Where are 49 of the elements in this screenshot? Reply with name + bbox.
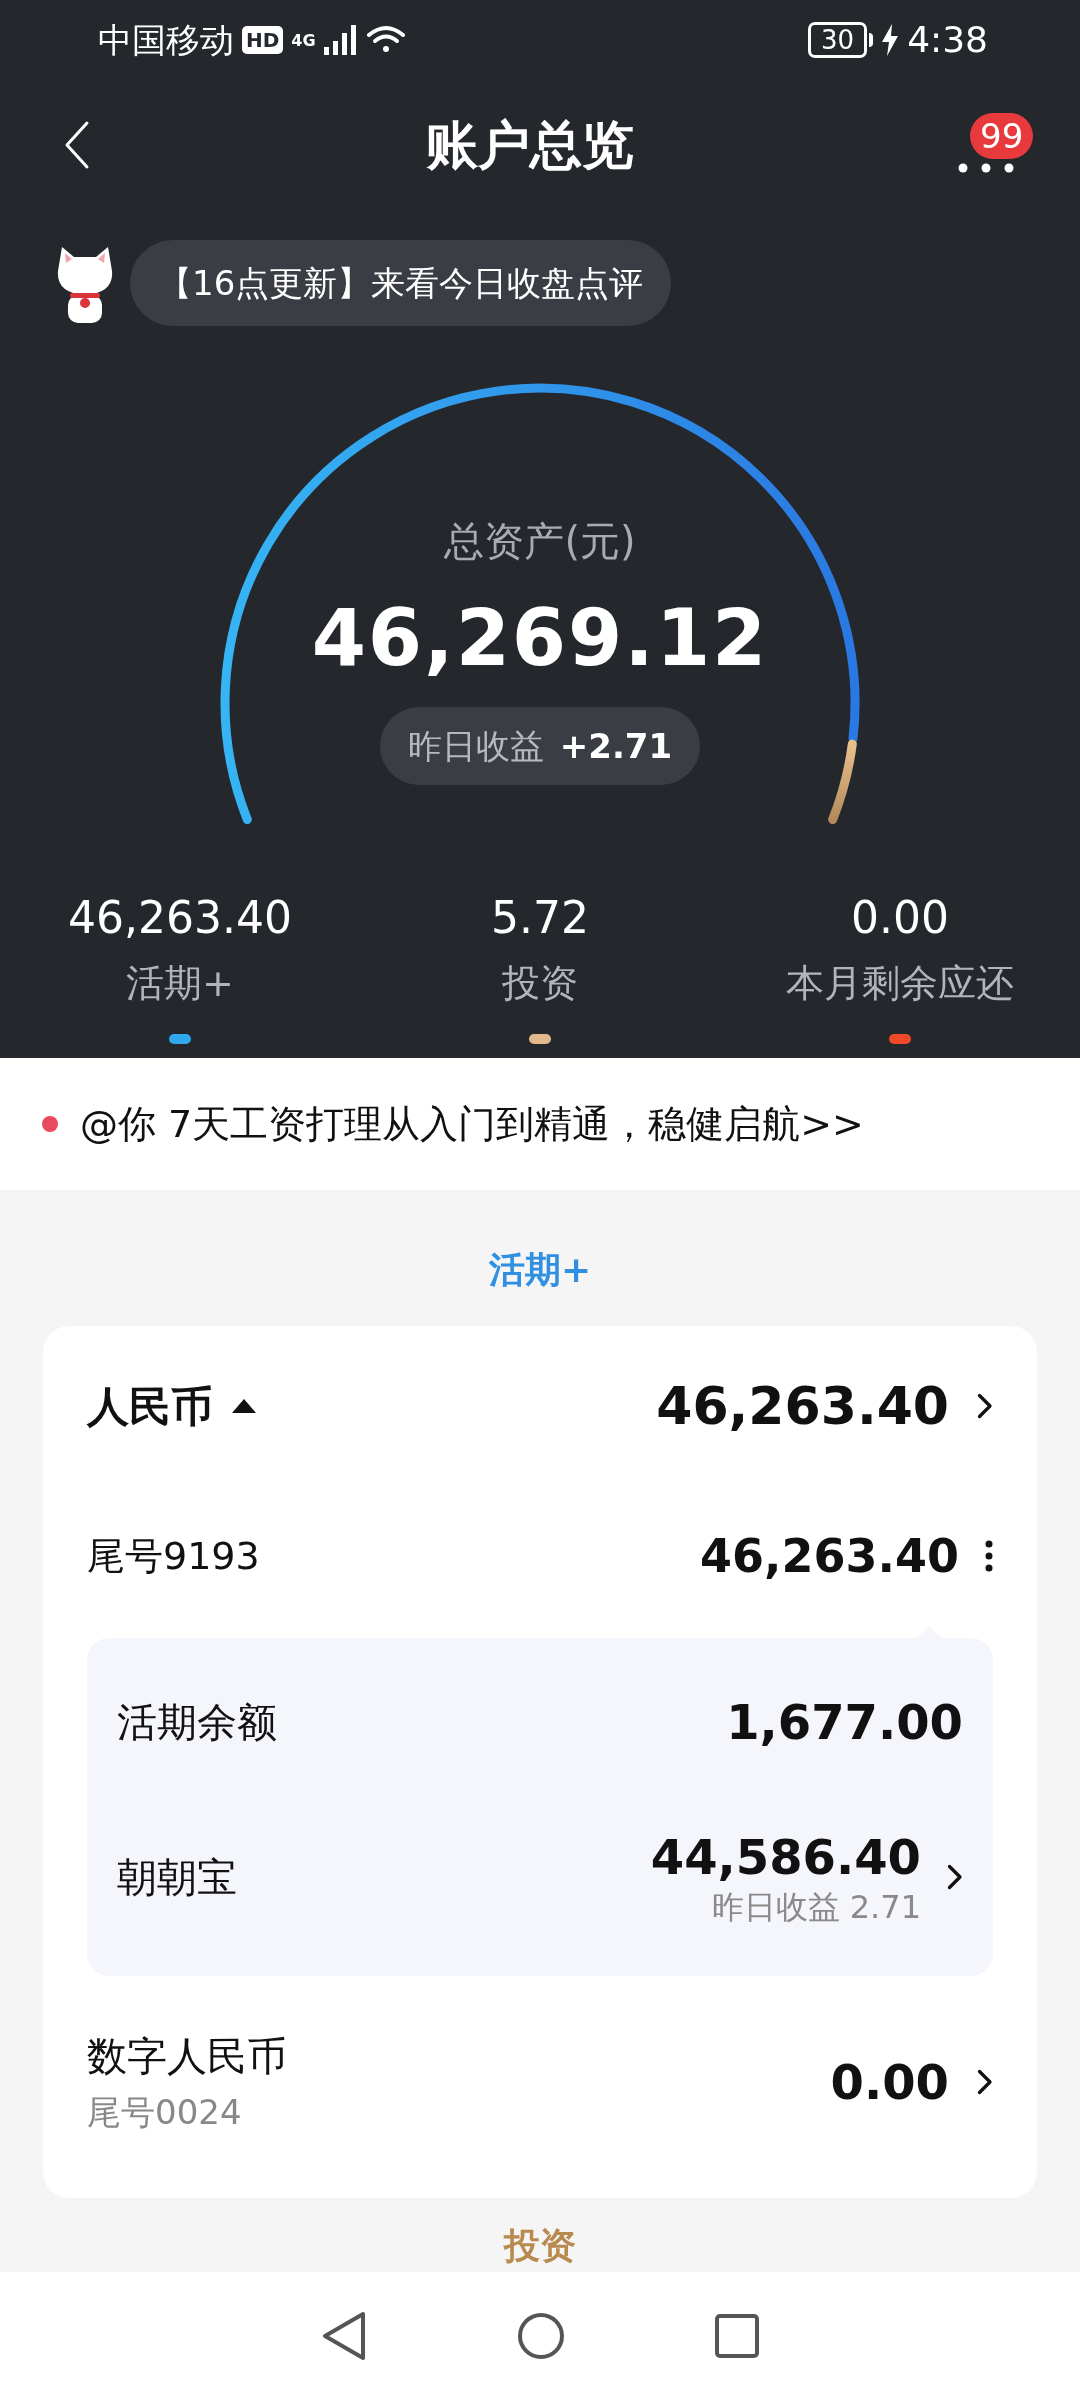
summary-value: 0.00 (851, 896, 949, 940)
battery-level: 30 (808, 22, 868, 58)
carrier-name: 中国移动 (98, 18, 234, 62)
balance-name: 活期余额 (117, 1698, 277, 1747)
notice-text: @你 7天工资打理从入门到精通，稳健启航>> (80, 1100, 864, 1148)
news-banner[interactable]: 【16点更新】来看今日收盘点评 (130, 240, 672, 326)
notification-badge: 99 (970, 113, 1034, 159)
balance-amount: 1,677.00 (726, 1693, 963, 1752)
news-banner-text: 【16点更新】来看今日收盘点评 (158, 261, 644, 305)
summary-label: 投资 (502, 964, 578, 1002)
recents-nav-icon[interactable] (715, 2314, 759, 2358)
currency-toggle[interactable]: 人民币 (87, 1374, 257, 1438)
back-icon (64, 120, 90, 170)
page-title: 账户总览 (426, 114, 634, 177)
total-assets-label: 总资产(元) (444, 521, 636, 561)
chevron-right-icon (975, 2067, 993, 2097)
chevron-right-icon (975, 1391, 993, 1421)
home-nav-icon[interactable] (517, 2312, 565, 2360)
back-nav-icon[interactable] (321, 2311, 367, 2361)
more-button[interactable] (956, 161, 1016, 175)
section-title: 活期+ (488, 1252, 592, 1288)
clock-time: 4:38 (907, 18, 988, 62)
yesterday-earnings-label: 昨日收益 (407, 724, 544, 768)
more-icon (958, 163, 1014, 173)
account-amount: 46,263.40 (700, 1527, 959, 1585)
summary-value: 5.72 (491, 896, 589, 940)
digital-amount: 0.00 (830, 2053, 949, 2112)
digital-account-number: 尾号0024 (87, 2090, 243, 2134)
section-title: 投资 (504, 2228, 576, 2268)
more-vertical-icon[interactable] (985, 1540, 993, 1572)
hd-badge: HD (242, 26, 284, 54)
balance-row[interactable]: 活期余额 1,677.00 (117, 1652, 963, 1792)
currency-amount: 46,263.40 (656, 1375, 949, 1438)
total-assets-value: 46,269.12 (311, 599, 769, 677)
notice-bar[interactable]: @你 7天工资打理从入门到精通，稳健启航>> (0, 1058, 1080, 1190)
summary-label: 活期+ (126, 964, 234, 1002)
yesterday-earnings-value: +2.71 (559, 724, 673, 768)
summary-label: 本月剩余应还 (786, 964, 1014, 1002)
chevron-right-icon (945, 1862, 963, 1892)
digital-currency-name: 数字人民币 (87, 2031, 287, 2081)
charging-bolt-icon (881, 24, 900, 56)
balance-earnings: 昨日收益 2.71 (711, 1887, 921, 1927)
signal-icon (323, 25, 358, 55)
balance-name: 朝朝宝 (117, 1853, 237, 1902)
account-number: 尾号9193 (87, 1532, 260, 1580)
balance-row[interactable]: 朝朝宝 44,586.40 昨日收益 2.71 (117, 1792, 963, 1962)
network-type: 4G (291, 29, 316, 52)
balance-amount: 44,586.40 (650, 1828, 921, 1887)
summary-value: 46,263.40 (68, 896, 292, 940)
